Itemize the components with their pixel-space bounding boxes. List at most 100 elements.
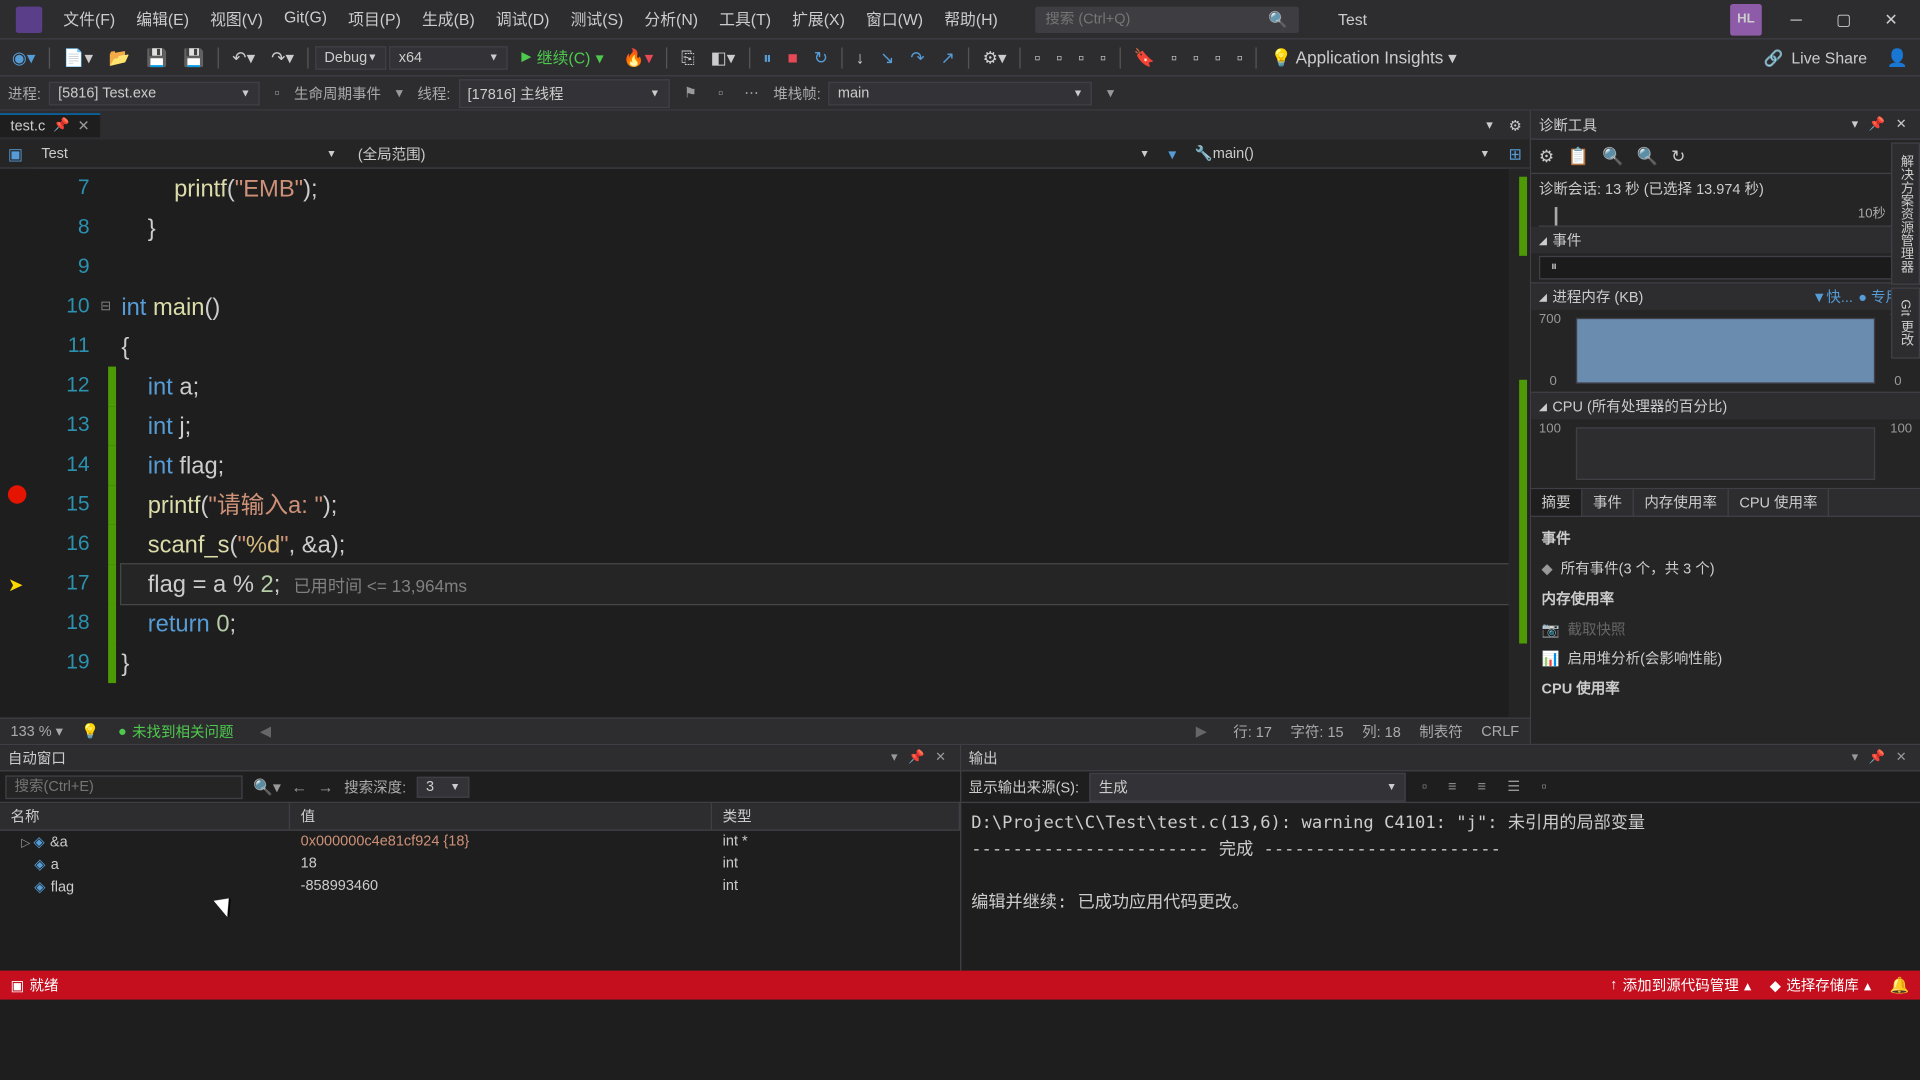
autos-depth-combo[interactable]: 3▼ [417,776,470,797]
diag-tab[interactable]: 摘要 [1531,489,1582,515]
output-list-icon[interactable]: ☰ [1502,775,1526,797]
autos-search-icon[interactable]: 🔍▾ [253,777,281,795]
diag-zoomout-icon[interactable]: 🔍 [1602,146,1623,167]
save-all-icon[interactable]: 💾 [177,43,212,72]
stop-icon[interactable]: ■ [781,44,805,72]
code-line[interactable]: } [121,208,1508,248]
tab-settings-icon[interactable]: ⚙ [1501,114,1530,136]
diag-settings-icon[interactable]: ⚙ [1539,146,1554,167]
document-tab[interactable]: test.c 📌 ✕ [0,113,100,137]
thread-icon[interactable]: ▫ [711,81,729,105]
health-icon[interactable]: 💡 [81,723,99,740]
diag-memory-header[interactable]: 进程内存 (KB) ▼快... ● 专用... [1531,284,1920,310]
stackframe-combo[interactable]: main▼ [829,81,1093,105]
autos-pin-icon[interactable]: 📌 [903,750,930,765]
diag-pin-icon[interactable]: 📌 [1864,117,1891,132]
code-line[interactable]: int flag; [121,446,1508,486]
diag-tool-icon[interactable]: 📋 [1567,146,1588,167]
repo-button[interactable]: ◆ 选择存储库 ▴ [1770,975,1872,996]
autos-close-icon[interactable]: ✕ [930,750,952,765]
config-combo[interactable]: Debug▼ [315,45,387,69]
code-line[interactable]: int a; [121,367,1508,407]
pause-icon[interactable]: ⏸ [757,43,779,72]
misc2-icon[interactable]: ▫ [1050,44,1069,72]
step-into-icon[interactable]: ↘ [874,43,902,72]
new-file-icon[interactable]: 📄▾ [57,43,100,72]
menu-item[interactable]: 帮助(H) [934,3,1009,36]
misc5-icon[interactable]: ▫ [1164,44,1183,72]
code-line[interactable]: { [121,327,1508,367]
lifecycle-icon[interactable]: ▫ [268,81,286,105]
diag-heap-row[interactable]: 📊启用堆分析(会影响性能) [1539,644,1912,673]
notifications-icon[interactable]: 🔔 [1890,976,1910,994]
output-wrap-icon[interactable]: ≡ [1443,776,1462,797]
breakpoint-toggle-icon[interactable]: ◧▾ [704,43,742,72]
nav-scope-combo[interactable]: (全局范围)▼ [347,140,1160,166]
code-line[interactable]: return 0; [121,604,1508,644]
restart-icon[interactable]: ↻ [807,43,835,72]
menu-item[interactable]: 调试(D) [485,3,560,36]
no-issues-label[interactable]: 未找到相关问题 [118,721,234,742]
user-badge[interactable]: HL [1730,3,1762,35]
search-input[interactable] [1045,11,1268,27]
breakpoint-icon[interactable] [8,485,26,503]
menu-item[interactable]: 文件(F) [53,3,126,36]
output-clear-icon[interactable]: ▫ [1417,776,1433,797]
bookmark-icon[interactable]: 🔖 [1127,43,1162,72]
menu-item[interactable]: 编辑(E) [126,3,200,36]
code-line[interactable]: ⊟int main() [121,287,1508,327]
menu-item[interactable]: 视图(V) [200,3,274,36]
code-line[interactable] [121,248,1508,288]
menu-item[interactable]: 扩展(X) [782,3,856,36]
feedback-icon[interactable]: 👤 [1880,43,1915,72]
step-over-icon[interactable]: ↷ [904,43,932,72]
continue-button[interactable]: 继续(C)▾ [511,42,614,72]
zoom-level[interactable]: 133 % ▾ [11,723,63,740]
tool-icon[interactable]: ⚙▾ [976,43,1013,72]
misc4-icon[interactable]: ▫ [1093,44,1112,72]
menu-item[interactable]: 测试(S) [560,3,634,36]
autos-search-input[interactable] [5,775,242,799]
misc7-icon[interactable]: ▫ [1208,44,1227,72]
output-dropdown-icon[interactable]: ▾ [1846,750,1863,765]
nav-back-icon[interactable]: ◉▾ [5,43,42,72]
diag-close-icon[interactable]: ✕ [1891,117,1913,132]
diag-dropdown-icon[interactable]: ▾ [1846,117,1863,132]
autos-row[interactable]: ▷ ◈&a0x000000c4e81cf924 {18}int * [0,831,959,853]
fold-icon[interactable]: ⊟ [100,287,111,327]
diag-reset-icon[interactable]: ↻ [1671,146,1685,167]
nav-func-combo[interactable]: 🔧 main()▼ [1184,142,1500,164]
code-editor[interactable]: ➤ 78910111213141516171819 printf("EMB");… [0,169,1530,718]
side-tab[interactable]: 解决方案资源管理器 [1891,142,1920,284]
menu-item[interactable]: 项目(P) [338,3,412,36]
maximize-button[interactable]: ▢ [1820,1,1867,38]
thread-combo[interactable]: [17816] 主线程▼ [458,78,669,107]
misc6-icon[interactable]: ▫ [1186,44,1205,72]
code-line[interactable]: printf("请输入a: "); [121,485,1508,525]
menu-item[interactable]: Git(G) [273,3,337,36]
hot-reload-icon[interactable]: 🔥▾ [617,43,660,72]
menu-item[interactable]: 生成(B) [411,3,485,36]
output-pin-icon[interactable]: 📌 [1864,750,1891,765]
source-control-button[interactable]: ↑ 添加到源代码管理 ▴ [1610,975,1751,996]
flag-icon[interactable]: ⚑ [677,80,703,105]
autos-nav-fwd-icon[interactable]: → [318,777,334,795]
diag-timeline[interactable]: 10秒 [1539,203,1912,227]
close-button[interactable]: ✕ [1867,1,1914,38]
tab-dropdown-icon[interactable]: ▾ [1478,115,1500,135]
overview-ruler[interactable] [1509,169,1530,718]
diag-tab[interactable]: 内存使用率 [1634,489,1729,515]
autos-dropdown-icon[interactable]: ▾ [886,750,903,765]
code-line[interactable]: printf("EMB"); [121,169,1508,209]
close-tab-icon[interactable]: ✕ [77,117,89,134]
misc8-icon[interactable]: ▫ [1230,44,1249,72]
menu-item[interactable]: 工具(T) [709,3,782,36]
nav-project-combo[interactable]: Test▼ [31,143,347,164]
liveshare-button[interactable]: 🔗 Live Share [1753,44,1877,70]
code-line[interactable]: scanf_s("%d", &a); [121,525,1508,565]
autos-nav-back-icon[interactable]: ← [291,777,307,795]
platform-combo[interactable]: x64▼ [389,45,508,69]
undo-icon[interactable]: ↶▾ [226,43,262,72]
prev-issue-icon[interactable]: ◀ [252,723,279,740]
menu-item[interactable]: 窗口(W) [855,3,933,36]
